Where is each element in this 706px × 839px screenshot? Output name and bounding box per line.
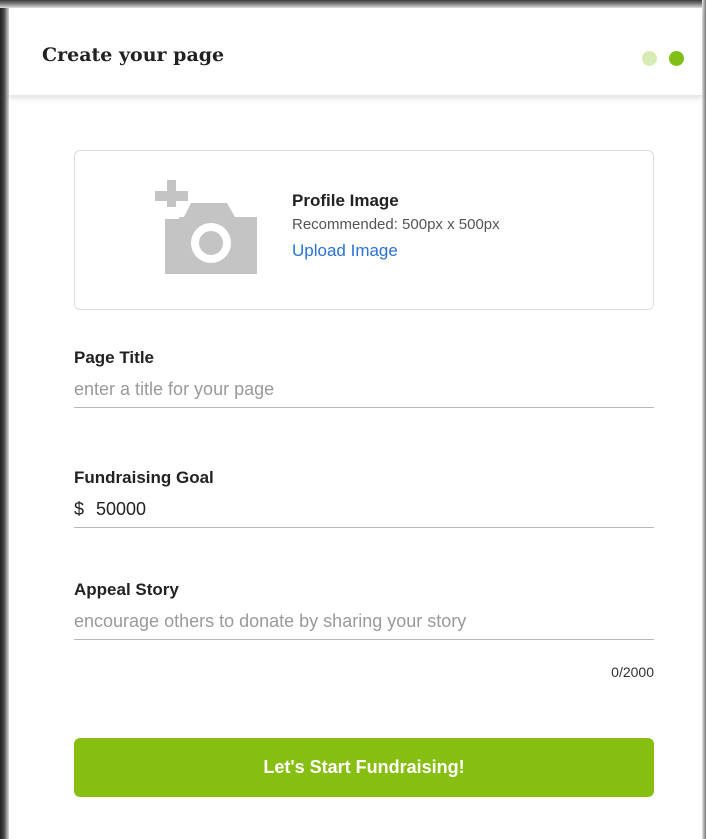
page-title-input[interactable]	[74, 372, 654, 408]
fundraising-goal-label: Fundraising Goal	[74, 468, 214, 487]
appeal-story-label: Appeal Story	[74, 580, 179, 599]
appeal-story-input[interactable]	[74, 604, 654, 640]
fundraising-goal-field: Fundraising Goal $	[74, 468, 654, 528]
fundraising-goal-row: $	[74, 492, 654, 528]
background-edge-right	[702, 0, 706, 839]
step-dot-1	[642, 51, 657, 66]
modal-header: Create your page	[9, 8, 702, 96]
background-edge-left	[0, 0, 9, 839]
currency-symbol: $	[74, 499, 85, 519]
page-title-field: Page Title	[74, 348, 654, 408]
background-edge-top	[0, 0, 706, 8]
profile-image-recommendation: Recommended: 500px x 500px	[292, 216, 500, 233]
create-page-modal: Create your page Profile Image Recommend…	[9, 8, 702, 839]
modal-title: Create your page	[42, 44, 225, 66]
add-photo-icon[interactable]	[151, 177, 263, 277]
fundraising-goal-input[interactable]	[96, 499, 654, 520]
profile-image-info: Profile Image Recommended: 500px x 500px…	[292, 191, 500, 261]
appeal-story-field: Appeal Story 0/2000	[74, 580, 654, 680]
profile-image-card: Profile Image Recommended: 500px x 500px…	[74, 150, 654, 310]
page-title-label: Page Title	[74, 348, 154, 367]
profile-image-title: Profile Image	[292, 191, 399, 210]
step-dot-2	[669, 51, 684, 66]
start-fundraising-button[interactable]: Let's Start Fundraising!	[74, 738, 654, 797]
upload-image-link[interactable]: Upload Image	[292, 241, 398, 261]
step-indicator	[642, 51, 684, 66]
character-counter: 0/2000	[611, 664, 654, 680]
